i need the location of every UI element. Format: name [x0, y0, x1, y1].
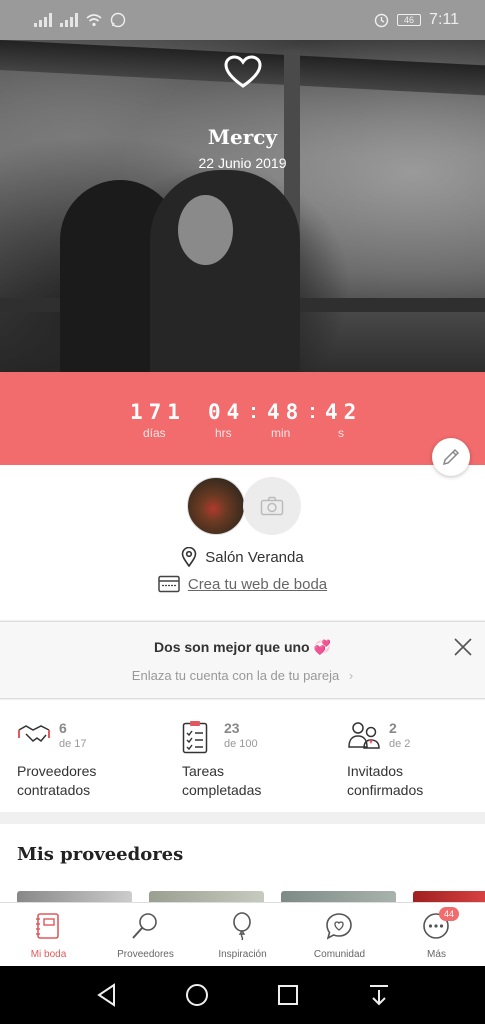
heart-logo-icon	[224, 55, 262, 88]
tab-mas[interactable]: 44 Más	[388, 903, 485, 967]
guests-icon	[348, 722, 380, 749]
pencil-icon	[442, 448, 460, 466]
tab-proveedores[interactable]: Proveedores	[97, 903, 194, 967]
stat-label: contratados	[17, 782, 91, 798]
countdown-hours: 04	[208, 400, 246, 424]
notebook-icon	[36, 913, 59, 939]
back-icon[interactable]	[92, 980, 122, 1010]
countdown-banner: 171 04 : 48 : 42 días hrs min s	[0, 372, 485, 465]
system-nav-bar	[0, 966, 485, 1024]
countdown-separator: :	[250, 400, 257, 423]
countdown-separator: :	[309, 400, 316, 423]
tab-comunidad[interactable]: Comunidad	[291, 903, 388, 967]
promo-subtitle[interactable]: Enlaza tu cuenta con la de tu pareja ›	[0, 668, 485, 683]
stat-providers[interactable]: 6 de 17 Proveedores contratados	[17, 718, 167, 808]
stat-label: confirmados	[347, 782, 424, 798]
handshake-icon	[18, 725, 50, 743]
countdown-minutes-label: min	[271, 426, 291, 440]
signal-icon	[34, 13, 52, 27]
stat-label: Proveedores	[17, 763, 97, 779]
notifications-pulldown-icon[interactable]	[364, 980, 394, 1010]
countdown-days-label: días	[143, 426, 166, 440]
search-icon	[132, 913, 157, 939]
tab-mi-boda[interactable]: Mi boda	[0, 903, 97, 967]
provider-card[interactable]	[281, 891, 396, 902]
stats-section: 6 de 17 Proveedores contratados 23 de 10…	[0, 700, 485, 812]
close-icon[interactable]	[452, 636, 474, 658]
checklist-icon	[182, 721, 208, 754]
promo-title: Dos son mejor que uno 💞	[154, 639, 331, 655]
venue[interactable]: Salón Veranda	[0, 547, 485, 567]
tab-label: Más	[427, 949, 446, 960]
bottom-tab-bar: Mi boda Proveedores Inspiración Comunida…	[0, 902, 485, 966]
clock: 7:11	[429, 11, 459, 28]
promo-link-label: Enlaza tu cuenta con la de tu pareja	[131, 668, 340, 683]
countdown-minutes: 48	[267, 400, 305, 424]
provider-card[interactable]	[413, 891, 485, 902]
stat-total: de 2	[389, 738, 411, 750]
wedding-date: 22 Junio 2019	[198, 155, 287, 171]
stat-total: de 100	[224, 738, 258, 750]
couple-name: Mercy	[207, 125, 278, 149]
add-photo-button[interactable]	[243, 477, 301, 535]
providers-section: Mis proveedores	[0, 824, 485, 902]
signal-icon	[60, 13, 78, 27]
tab-label: Comunidad	[313, 949, 366, 960]
home-icon[interactable]	[182, 980, 212, 1010]
provider-card[interactable]	[17, 891, 132, 902]
venue-name: Salón Veranda	[205, 548, 304, 566]
stat-label: completadas	[182, 782, 262, 798]
countdown-seconds: 42	[325, 400, 363, 424]
tab-label: Proveedores	[117, 949, 174, 960]
cover-photo[interactable]	[0, 40, 485, 372]
stat-guests[interactable]: 2 de 2 Invitados confirmados	[347, 718, 485, 808]
section-title: Mis proveedores	[17, 844, 184, 865]
camera-icon	[260, 496, 284, 516]
stat-value: 23	[224, 720, 240, 736]
alarm-icon	[374, 13, 389, 27]
tab-inspiracion[interactable]: Inspiración	[194, 903, 291, 967]
stat-value: 6	[59, 720, 67, 736]
countdown-days: 171	[130, 400, 186, 424]
tab-label: Inspiración	[218, 949, 267, 960]
whatsapp-icon	[110, 12, 126, 28]
partner-promo[interactable]: Dos son mejor que uno 💞 Enlaza tu cuenta…	[0, 621, 485, 699]
website-icon	[158, 575, 180, 593]
provider-card[interactable]	[149, 891, 264, 902]
chat-heart-icon	[326, 913, 352, 940]
stat-label: Invitados	[347, 763, 404, 779]
notification-badge: 44	[439, 907, 459, 921]
status-bar: 46 7:11	[0, 0, 485, 40]
recents-icon[interactable]	[273, 980, 303, 1010]
create-website-link[interactable]: Crea tu web de boda	[0, 575, 485, 593]
wifi-icon	[86, 14, 102, 27]
countdown-hours-label: hrs	[215, 426, 232, 440]
profile-section: Salón Veranda Crea tu web de boda	[0, 465, 485, 620]
stat-label: Tareas	[182, 763, 225, 779]
edit-cover-button[interactable]	[432, 438, 470, 476]
stat-value: 2	[389, 720, 397, 736]
stat-total: de 17	[59, 738, 87, 750]
stat-tasks[interactable]: 23 de 100 Tareas completadas	[182, 718, 332, 808]
battery-icon: 46	[397, 14, 422, 26]
avatar[interactable]	[187, 477, 245, 535]
tab-label: Mi boda	[30, 949, 67, 960]
balloon-icon	[233, 912, 251, 941]
create-website-label: Crea tu web de boda	[187, 575, 328, 593]
location-pin-icon	[181, 547, 197, 567]
countdown-seconds-label: s	[338, 426, 344, 440]
chevron-right-icon: ›	[348, 668, 354, 683]
